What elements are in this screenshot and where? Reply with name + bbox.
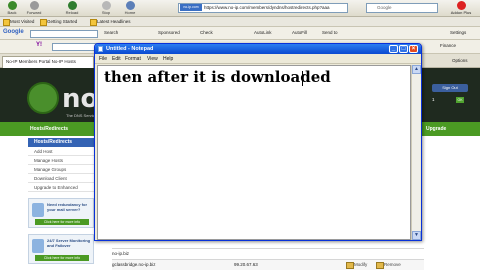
google-toolbar: Google Search Sponsored Check AutoLink A… xyxy=(0,27,480,40)
sidebar-item-upgrade[interactable]: Upgrade to Enhanced xyxy=(28,183,94,192)
back-button[interactable]: Back xyxy=(2,1,22,16)
url-text: https://www.no-ip.com/members/dyndns/hos… xyxy=(204,5,330,10)
site-identity-badge[interactable]: no-ip.com xyxy=(180,4,202,12)
stop-button[interactable]: Stop xyxy=(96,1,116,16)
notepad-title-bar[interactable]: Untitled - Notepad _ □ × xyxy=(95,44,421,54)
options-button[interactable]: Options xyxy=(452,58,468,64)
yahoo-finance-button[interactable]: Finance xyxy=(440,43,456,49)
promo-info-button[interactable]: Click here for more info xyxy=(35,255,89,261)
close-button[interactable]: × xyxy=(409,45,418,53)
bookmark-latest-headlines[interactable]: Latest Headlines xyxy=(90,19,131,26)
remove-button[interactable]: Remove xyxy=(376,260,401,269)
host-name[interactable]: gclassbridge.no-ip.biz xyxy=(112,262,156,267)
minimize-button[interactable]: _ xyxy=(389,45,398,53)
ok-button[interactable]: OK xyxy=(456,97,464,103)
notepad-text-area[interactable]: then after it is downloaded xyxy=(97,65,411,240)
google-autolink-button[interactable]: AutoLink xyxy=(254,30,272,36)
site-tagline: The DNS Service xyxy=(66,113,97,118)
bookmark-getting-started[interactable]: Getting Started xyxy=(40,19,77,26)
text-caret xyxy=(302,71,303,86)
google-logo: Google xyxy=(3,29,24,35)
scroll-down-button[interactable]: ▼ xyxy=(412,231,421,240)
menu-file[interactable]: File xyxy=(99,55,107,63)
reload-icon xyxy=(67,1,77,10)
reload-button[interactable]: Reload xyxy=(62,1,82,16)
google-check-button[interactable]: Check xyxy=(200,30,213,36)
monitor-icon xyxy=(32,239,44,253)
account-panel: Sign Out 1 OK xyxy=(422,82,478,116)
address-bar[interactable]: no-ip.com https://www.no-ip.com/members/d… xyxy=(178,3,348,13)
promo-mail-redundancy: Need redundancy for your mail server? Cl… xyxy=(28,198,94,228)
scroll-up-button[interactable]: ▲ xyxy=(412,65,421,74)
notepad-text: then after it is downloaded xyxy=(104,68,331,86)
server-icon xyxy=(32,203,44,217)
sidebar-item-add-host[interactable]: Add Host xyxy=(28,147,94,156)
google-sendto-button[interactable]: Send to xyxy=(322,30,338,36)
sidebar-item-download-client[interactable]: Download Client xyxy=(28,174,94,183)
promo-monitoring: 24/7 Server Monitoring and Failover Clic… xyxy=(28,234,94,264)
google-sponsored-button[interactable]: Sponsored xyxy=(158,30,180,36)
no-ip-logo-icon xyxy=(27,82,59,114)
promo-info-button[interactable]: Click here for more info xyxy=(35,219,89,225)
promo-text: 24/7 Server Monitoring and Failover xyxy=(47,238,91,248)
notepad-menu-bar: File Edit Format View Help xyxy=(95,54,421,64)
sidebar-item-manage-groups[interactable]: Manage Groups xyxy=(28,165,94,174)
browser-nav-toolbar: Back Forward Reload Stop Home no-ip.com h… xyxy=(0,0,480,17)
sidebar-item-manage-hosts[interactable]: Manage Hosts xyxy=(28,156,94,165)
bookmark-most-visited[interactable]: Most Visited xyxy=(3,19,34,26)
notepad-title: Untitled - Notepad xyxy=(106,46,154,52)
stop-icon xyxy=(101,1,111,10)
site-sidebar: Hosts/Redirects Add Host Manage Hosts Ma… xyxy=(28,138,94,270)
google-settings-button[interactable]: Settings xyxy=(450,30,466,36)
tab-no-ip-portal[interactable]: No-IP Members Portal No-IP Hosts xyxy=(2,56,94,68)
menu-edit[interactable]: Edit xyxy=(112,55,121,63)
menu-help[interactable]: Help xyxy=(163,55,173,63)
nav-hosts-redirects[interactable]: Hosts/Redirects xyxy=(30,126,68,132)
site-logo-text: no xyxy=(62,84,99,114)
addon-icon xyxy=(456,1,466,10)
sign-out-button[interactable]: Sign Out xyxy=(432,84,468,92)
notepad-icon xyxy=(98,46,103,52)
maximize-button[interactable]: □ xyxy=(399,45,408,53)
nav-upgrade[interactable]: Upgrade xyxy=(426,126,446,132)
host-group-row: no-ip.biz xyxy=(112,248,424,259)
bookmarks-toolbar: Most Visited Getting Started Latest Head… xyxy=(0,17,480,27)
modify-button[interactable]: Modify xyxy=(346,260,367,269)
menu-view[interactable]: View xyxy=(147,55,158,63)
host-ip: 99.20.67.63 xyxy=(234,262,258,267)
addon-button[interactable]: Addon Plus xyxy=(444,0,478,17)
yahoo-logo: Y! xyxy=(36,42,42,48)
sidebar-heading: Hosts/Redirects xyxy=(28,138,94,147)
search-input[interactable]: Google xyxy=(366,3,438,13)
host-group-label: no-ip.biz xyxy=(112,251,130,256)
home-button[interactable]: Home xyxy=(120,1,140,16)
google-search-button[interactable]: Search xyxy=(104,30,118,36)
account-count: 1 xyxy=(432,97,435,102)
back-arrow-icon xyxy=(7,1,17,10)
home-icon xyxy=(125,1,135,10)
forward-button[interactable]: Forward xyxy=(24,1,44,16)
menu-format[interactable]: Format xyxy=(125,55,141,63)
google-autofill-button[interactable]: AutoFill xyxy=(292,30,307,36)
promo-text: Need redundancy for your mail server? xyxy=(47,202,88,212)
google-search-input[interactable] xyxy=(30,30,98,38)
notepad-window[interactable]: Untitled - Notepad _ □ × File Edit Forma… xyxy=(94,43,422,241)
forward-arrow-icon xyxy=(29,1,39,10)
vertical-scrollbar[interactable]: ▲ ▼ xyxy=(411,65,421,240)
